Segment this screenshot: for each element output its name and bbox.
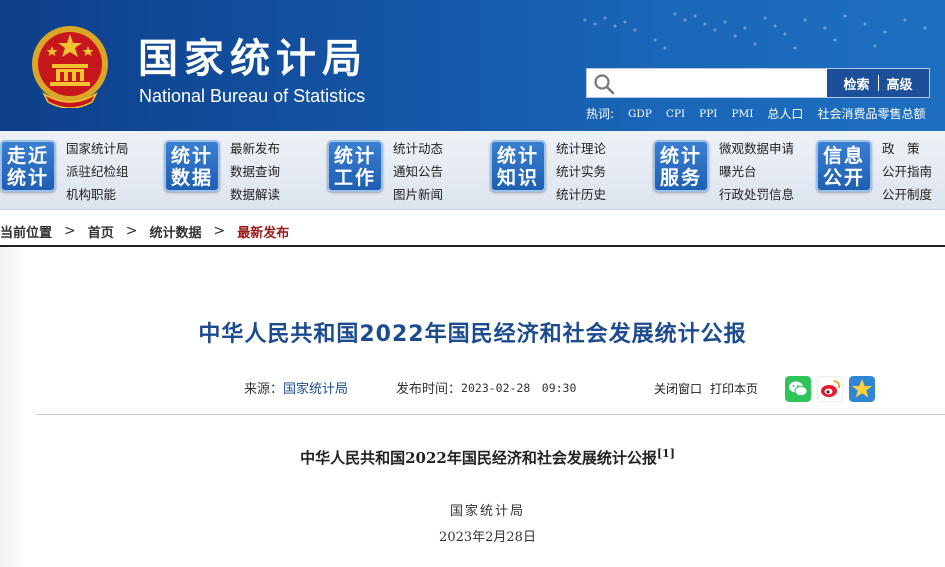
publish-date: 2023-02-28 09:30: [461, 380, 577, 395]
body-title: 中华人民共和国2022年国民经济和社会发展统计公报[1]: [0, 447, 945, 468]
nav-badge-line: 公开: [822, 167, 865, 189]
chevron-right-icon: >: [213, 223, 226, 239]
nav-link[interactable]: 图片新闻: [393, 183, 443, 206]
search-icon: [594, 74, 615, 95]
nav-link[interactable]: 数据查询: [230, 160, 280, 183]
nav-link[interactable]: 最新发布: [230, 137, 280, 160]
search-input[interactable]: [621, 71, 826, 95]
hot-words-label: 热词:: [586, 107, 615, 121]
breadcrumb-home[interactable]: 首页: [88, 222, 114, 241]
hot-word-cpi[interactable]: CPI: [666, 108, 685, 120]
date-label: 发布时间：: [396, 382, 462, 397]
chevron-right-icon: >: [125, 223, 138, 239]
nav-badge-line: 统计: [170, 145, 213, 167]
nav-badge-line: 统计: [333, 145, 376, 167]
hot-words-row: 热词: GDP CPI PPI PMI 总人口 社会消费品零售总额: [586, 105, 925, 122]
body-title-text: 中华人民共和国2022年国民经济和社会发展统计公报: [300, 449, 657, 467]
chevron-right-icon: >: [64, 223, 76, 239]
hot-word-pmi[interactable]: PMI: [731, 108, 753, 120]
nav-link[interactable]: 统计历史: [556, 183, 606, 206]
nav-link[interactable]: 统计理论: [556, 137, 606, 160]
breadcrumb-current[interactable]: 最新发布: [237, 222, 289, 241]
nav-badge-line: 统计: [659, 145, 702, 167]
nav-links-knowledge: 统计理论 统计实务 统计历史: [556, 137, 606, 206]
national-emblem-icon: [32, 26, 108, 108]
breadcrumb-label: 当前位置: [0, 225, 53, 241]
nav-badge-line: 数据: [170, 167, 213, 189]
site-title-en: National Bureau of Statistics: [139, 86, 366, 106]
nav-badge-work[interactable]: 统计 工作: [327, 140, 383, 192]
hot-word-population[interactable]: 总人口: [767, 105, 803, 122]
nav-badge-service[interactable]: 统计 服务: [653, 140, 709, 192]
search-button[interactable]: 检索: [835, 74, 877, 93]
nav-link[interactable]: 公开指南: [882, 160, 932, 183]
print-page-button[interactable]: 打印本页: [710, 380, 758, 397]
article-tools: 关闭窗口 打印本页: [654, 380, 758, 397]
nav-badge-disclosure[interactable]: 信息 公开: [816, 140, 872, 192]
source-value: 国家统计局: [283, 382, 349, 397]
weibo-icon[interactable]: [817, 376, 843, 402]
nav-links-disclosure: 政 策 公开指南 公开制度: [882, 137, 932, 206]
footnote-link[interactable]: [1]: [657, 447, 675, 460]
nav-badge-about[interactable]: 走近 统计: [0, 140, 56, 192]
nav-link[interactable]: 统计动态: [393, 137, 443, 160]
breadcrumb-divider: [0, 245, 945, 247]
article-title: 中华人民共和国2022年国民经济和社会发展统计公报: [198, 322, 747, 347]
nav-badge-line: 知识: [496, 167, 539, 189]
nav-link[interactable]: 统计实务: [556, 160, 606, 183]
nav-links-about: 国家统计局 派驻纪检组 机构职能: [66, 137, 129, 206]
breadcrumb: 当前位置 > 首页 > 统计数据 > 最新发布: [0, 218, 289, 244]
nav-badge-line: 走近: [6, 145, 49, 167]
article-divider: [36, 414, 945, 415]
breadcrumb-statistics-data[interactable]: 统计数据: [150, 222, 202, 241]
main-nav: 走近 统计 国家统计局 派驻纪检组 机构职能 统计 数据 最新发布 数据查询 数…: [0, 131, 945, 210]
hot-word-gdp[interactable]: GDP: [628, 108, 652, 120]
nav-badge-line: 统计: [6, 167, 49, 189]
nav-badge-line: 服务: [659, 167, 702, 189]
nav-badge-knowledge[interactable]: 统计 知识: [490, 140, 546, 192]
close-window-button[interactable]: 关闭窗口: [654, 380, 702, 397]
site-header: 国家统计局 National Bureau of Statistics 检索 高…: [0, 0, 945, 131]
left-shadow-decoration: [0, 247, 26, 567]
nav-link[interactable]: 国家统计局: [66, 137, 129, 160]
hot-word-ppi[interactable]: PPI: [699, 108, 717, 120]
wechat-icon[interactable]: [785, 376, 811, 402]
search-box: 检索 高级: [586, 68, 930, 98]
share-icons: [785, 376, 875, 402]
nav-links-service: 微观数据申请 曝光台 行政处罚信息: [719, 137, 794, 206]
nav-link[interactable]: 微观数据申请: [719, 137, 794, 160]
nav-link[interactable]: 行政处罚信息: [719, 183, 794, 206]
search-buttons: 检索 高级: [827, 69, 929, 97]
nav-links-work: 统计动态 通知公告 图片新闻: [393, 137, 443, 206]
nav-badge-line: 工作: [333, 167, 376, 189]
issue-date: 2023年2月28日: [439, 530, 536, 545]
article-meta: 来源： 国家统计局 发布时间： 2023-02-28 09:30: [244, 378, 577, 398]
nav-link[interactable]: 曝光台: [719, 160, 794, 183]
nav-link[interactable]: 数据解读: [230, 183, 280, 206]
nav-link[interactable]: 机构职能: [66, 183, 129, 206]
hot-word-retail-sales[interactable]: 社会消费品零售总额: [817, 105, 925, 122]
nav-badge-line: 信息: [822, 145, 865, 167]
nav-link[interactable]: 派驻纪检组: [66, 160, 129, 183]
nav-badge-line: 统计: [496, 145, 539, 167]
issuer: 国家统计局: [449, 504, 525, 519]
nav-link[interactable]: 公开制度: [882, 183, 932, 206]
advanced-search-button[interactable]: 高级: [879, 74, 921, 93]
nav-links-data: 最新发布 数据查询 数据解读: [230, 137, 280, 206]
favorite-icon[interactable]: [849, 376, 875, 402]
nav-link[interactable]: 通知公告: [393, 160, 443, 183]
source-label: 来源：: [244, 382, 284, 397]
nav-badge-data[interactable]: 统计 数据: [164, 140, 220, 192]
nav-link[interactable]: 政 策: [882, 137, 932, 160]
site-title-cn: 国家统计局: [138, 36, 368, 82]
